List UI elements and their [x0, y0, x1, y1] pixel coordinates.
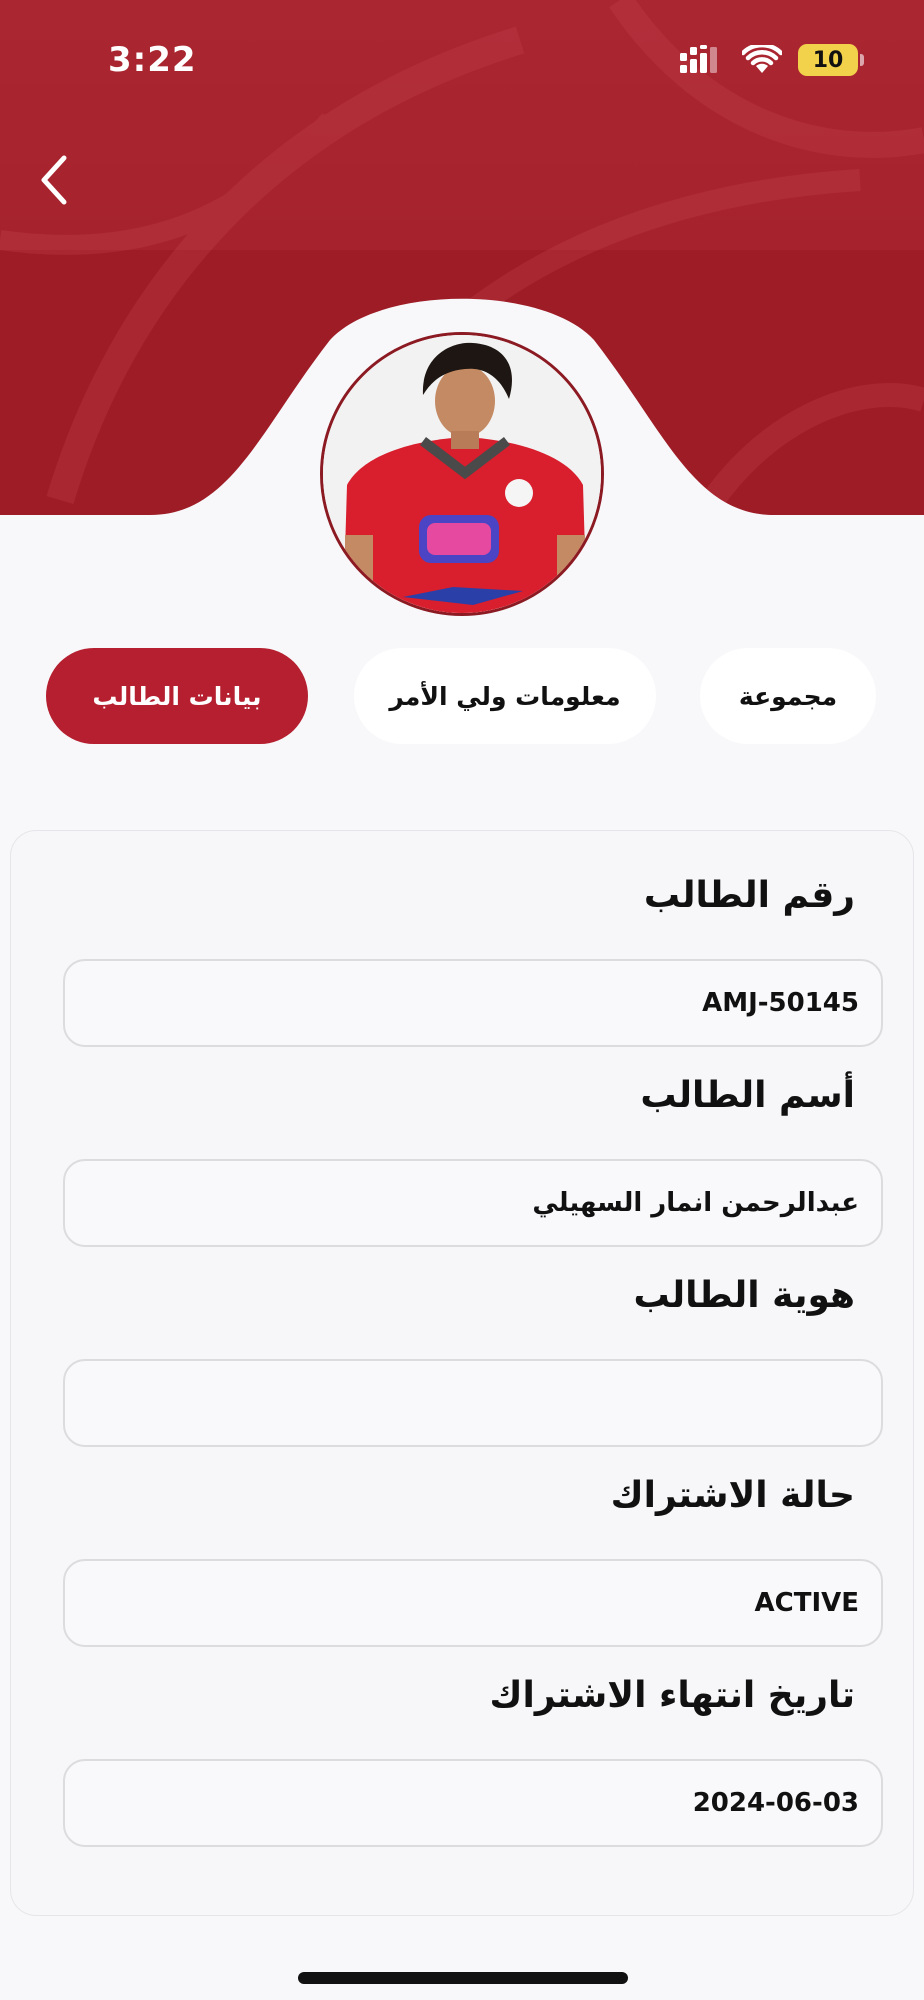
tab-student-data[interactable]: بيانات الطالب: [46, 648, 308, 744]
student-id-label: رقم الطالب: [643, 875, 855, 916]
back-chevron-icon: [41, 155, 67, 205]
wifi-icon: [742, 45, 782, 73]
student-info-card: رقم الطالب AMJ-50145 أسم الطالب عبدالرحم…: [10, 830, 914, 1916]
avatar-photo: [323, 335, 601, 613]
student-national-id-field[interactable]: [63, 1359, 883, 1447]
subscription-status-field[interactable]: ACTIVE: [63, 1559, 883, 1647]
back-button[interactable]: [30, 150, 78, 210]
student-national-id-label: هوية الطالب: [633, 1275, 855, 1316]
tab-guardian-info[interactable]: معلومات ولي الأمر: [354, 648, 656, 744]
student-id-field[interactable]: AMJ-50145: [63, 959, 883, 1047]
subscription-end-date-field[interactable]: 2024-06-03: [63, 1759, 883, 1847]
subscription-status-label: حالة الاشتراك: [610, 1475, 855, 1516]
status-time: 3:22: [108, 40, 197, 80]
subscription-end-date-label: تاريخ انتهاء الاشتراك: [489, 1675, 855, 1716]
tab-group[interactable]: مجموعة: [700, 648, 876, 744]
student-name-field[interactable]: عبدالرحمن انمار السهيلي: [63, 1159, 883, 1247]
cellular-signal-icon: [680, 45, 717, 73]
battery-level: 10: [798, 44, 858, 76]
student-name-label: أسم الطالب: [640, 1075, 855, 1116]
home-indicator: [298, 1972, 628, 1984]
student-avatar: [320, 332, 604, 616]
status-icons: 10: [680, 44, 864, 76]
battery-icon: 10: [798, 44, 864, 76]
profile-tabs: مجموعة معلومات ولي الأمر بيانات الطالب: [0, 648, 924, 748]
battery-cap: [860, 54, 864, 66]
